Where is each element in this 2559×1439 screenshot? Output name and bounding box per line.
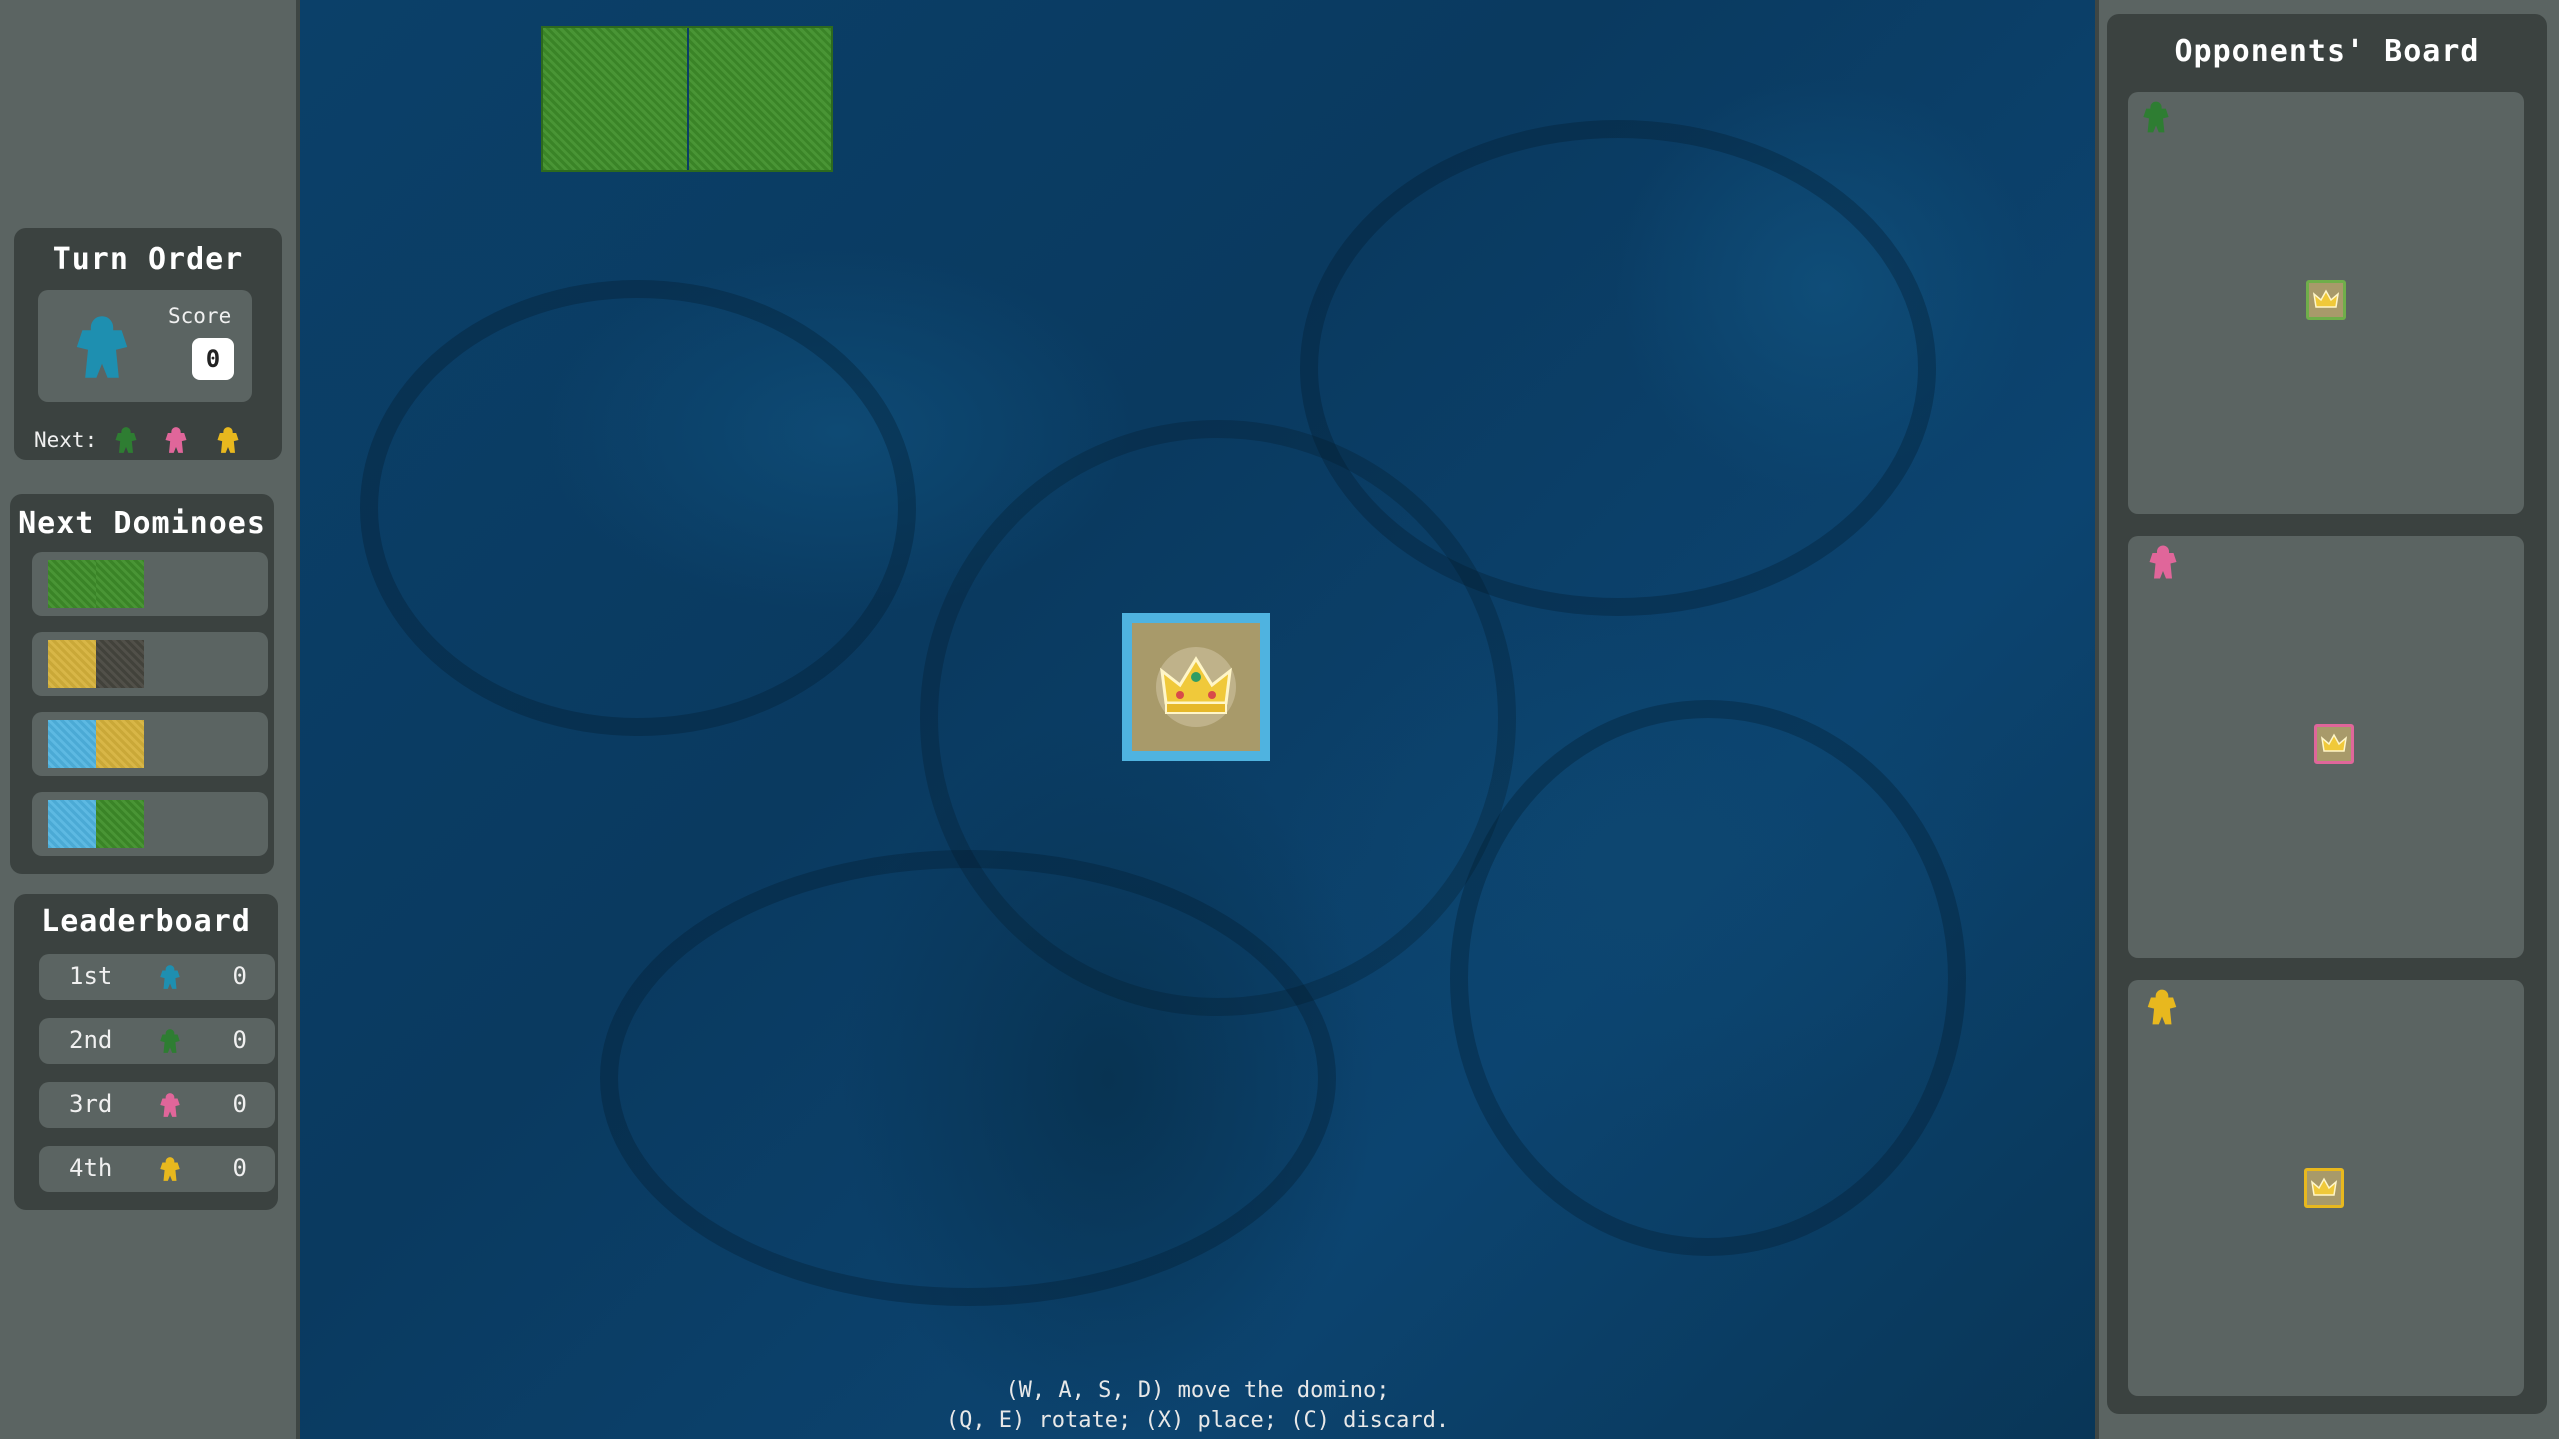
player-green-icon [159,1028,181,1054]
next-domino-1-right [96,560,144,608]
next-dominoes-panel: Next Dominoes [10,494,274,874]
next-domino-3[interactable] [32,712,268,776]
leaderboard-rank: 1st [69,962,113,990]
leaderboard-row-4: 4th 0 [39,1146,275,1192]
leaderboard-row-2: 2nd 0 [39,1018,275,1064]
next-label: Next: [34,428,98,452]
left-sidebar: Turn Order Score 0 Next: Next Dominoes L… [0,0,300,1439]
opponent-board-pink[interactable] [2128,536,2524,958]
next-dominoes-title: Next Dominoes [18,506,266,541]
held-domino-right-tile [689,28,831,170]
held-domino[interactable] [541,26,833,172]
leaderboard-row-1: 1st 0 [39,954,275,1000]
player-yellow-icon [159,1156,181,1182]
score-label: Score [168,304,232,328]
opponent-green-icon [2142,100,2170,134]
next-domino-3-right [96,720,144,768]
leaderboard-row-3: 3rd 0 [39,1082,275,1128]
leaderboard-rank: 2nd [69,1026,113,1054]
next-player-pink-icon [164,426,188,454]
next-domino-1-left [48,560,96,608]
leaderboard-score: 0 [232,962,247,990]
castle-tile [1122,613,1270,761]
leaderboard-rank: 4th [69,1154,113,1182]
current-player-meeple-icon [74,312,130,382]
opponent-pink-icon [2148,544,2178,580]
opponent-yellow-icon [2146,988,2178,1026]
game-board[interactable] [300,0,2095,1439]
controls-hint-actions: (Q, E) rotate; (X) place; (C) discard. [945,1408,1450,1433]
leaderboard-panel: Leaderboard 1st 0 2nd 0 3rd 0 4th 0 [14,894,278,1210]
opponents-title: Opponents' Board [2174,34,2480,69]
crown-icon [1150,641,1242,733]
opponent-pink-castle-icon [2314,724,2354,764]
controls-hint-move: (W, A, S, D) move the domino; [1005,1378,1390,1403]
next-player-yellow-icon [216,426,240,454]
player-pink-icon [159,1092,181,1118]
leaderboard-score: 0 [232,1154,247,1182]
next-player-green-icon [114,426,138,454]
next-domino-4[interactable] [32,792,268,856]
opponent-yellow-castle-icon [2304,1168,2344,1208]
held-domino-left-tile [543,28,687,170]
leaderboard-rank: 3rd [69,1090,113,1118]
next-domino-4-right [96,800,144,848]
turn-order-panel: Turn Order Score 0 Next: [14,228,282,460]
leaderboard-title: Leaderboard [41,904,251,939]
next-domino-4-left [48,800,96,848]
player-teal-icon [159,964,181,990]
next-domino-2-right [96,640,144,688]
current-player-card: Score 0 [38,290,252,402]
opponent-board-green[interactable] [2128,92,2524,514]
leaderboard-score: 0 [232,1026,247,1054]
turn-order-title: Turn Order [52,242,244,277]
next-domino-1[interactable] [32,552,268,616]
score-value: 0 [192,338,234,380]
leaderboard-score: 0 [232,1090,247,1118]
next-domino-2-left [48,640,96,688]
opponent-board-yellow[interactable] [2128,980,2524,1396]
next-domino-3-left [48,720,96,768]
next-domino-2[interactable] [32,632,268,696]
opponent-green-castle-icon [2306,280,2346,320]
